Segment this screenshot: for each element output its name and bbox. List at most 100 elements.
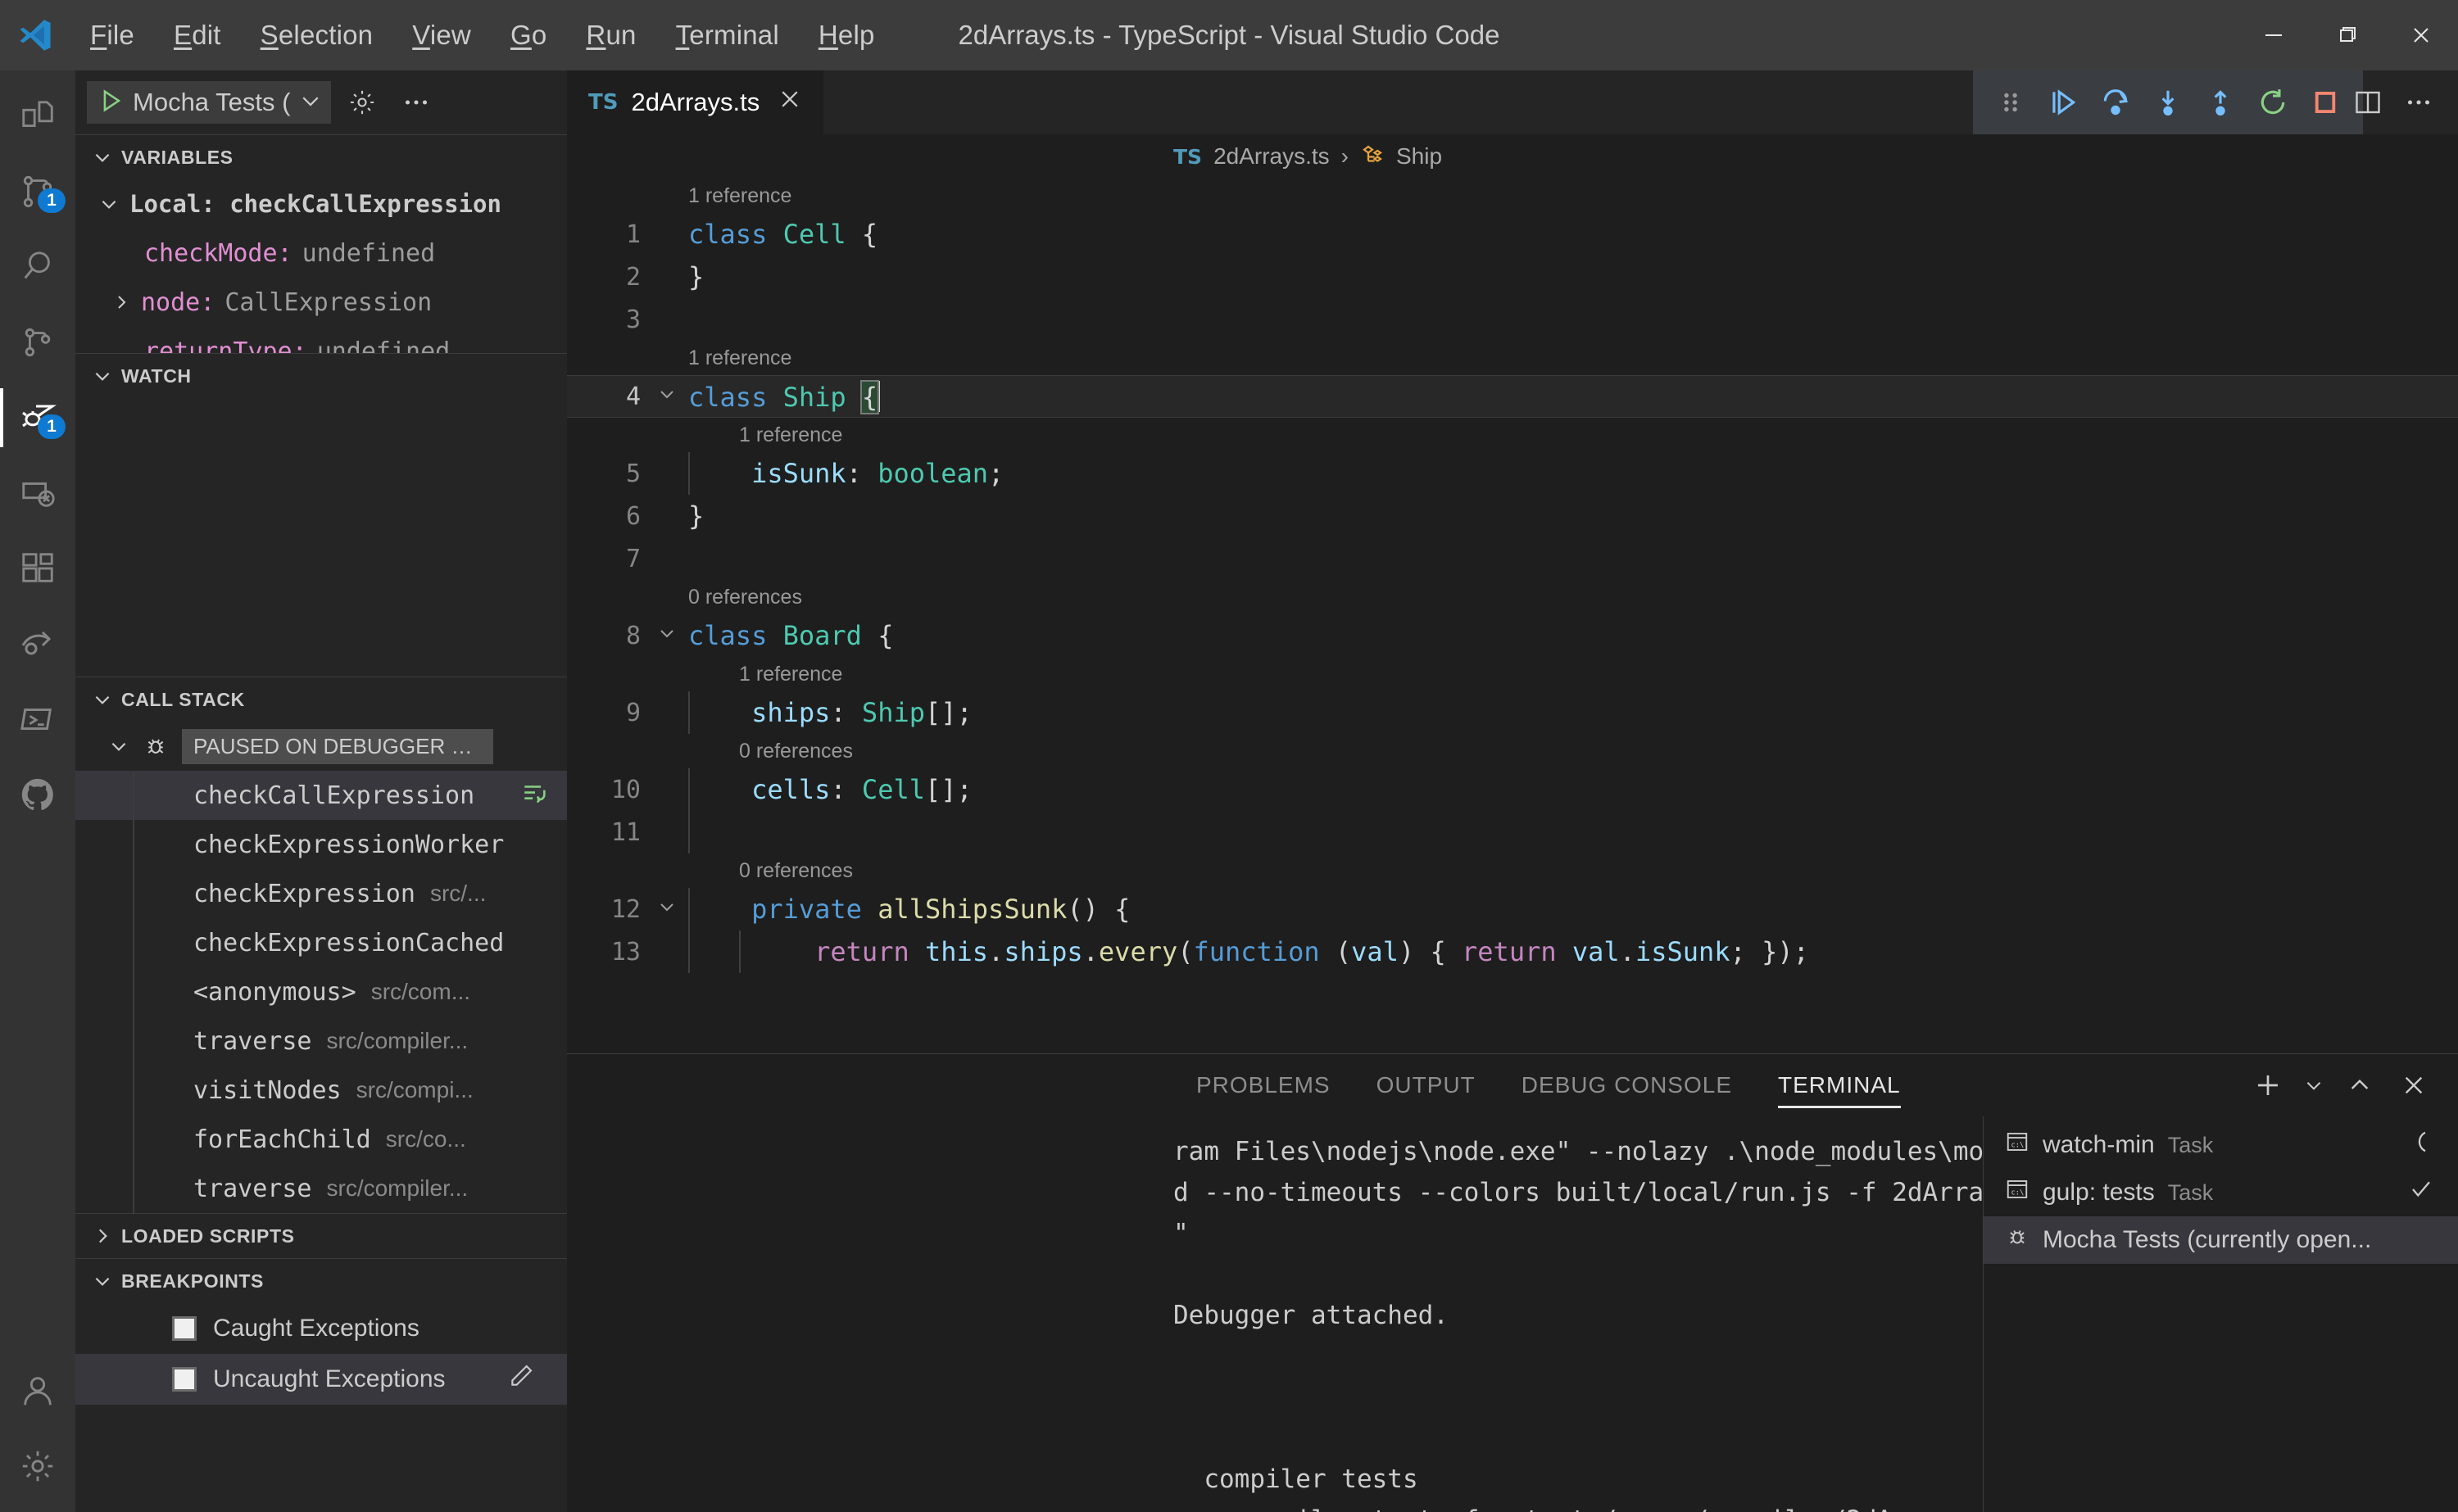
- breadcrumb-file[interactable]: 2dArrays.ts: [1213, 143, 1330, 170]
- variables-header[interactable]: VARIABLES: [75, 135, 567, 179]
- code-line[interactable]: 3: [567, 298, 2458, 341]
- close-icon[interactable]: [2384, 0, 2458, 70]
- callstack-frame-checkCallExpression[interactable]: checkCallExpression: [75, 771, 567, 820]
- code-text[interactable]: class Ship {: [688, 379, 881, 414]
- menu-edit[interactable]: Edit: [154, 13, 241, 57]
- code-line[interactable]: 10 cells: Cell[];: [567, 768, 2458, 811]
- code-line[interactable]: 5 isSunk: boolean;: [567, 452, 2458, 495]
- activity-remote-explorer[interactable]: [0, 455, 75, 531]
- breakpoint-checkbox[interactable]: [172, 1367, 197, 1392]
- code-editor[interactable]: 1 reference 1 class Cell {2} 3 1 reference 4 c…: [567, 179, 2458, 1053]
- codelens-reference-count[interactable]: 0 references: [567, 580, 2458, 614]
- restart-icon[interactable]: [2250, 79, 2296, 125]
- watch-list[interactable]: [75, 398, 567, 677]
- activity-accounts[interactable]: [0, 1353, 75, 1428]
- step-out-icon[interactable]: [2197, 79, 2243, 125]
- codelens-reference-count[interactable]: 0 references: [567, 853, 2458, 888]
- callstack-thread-row[interactable]: PAUSED ON DEBUGGER ST...: [75, 722, 567, 771]
- menu-terminal[interactable]: Terminal: [656, 13, 799, 57]
- launch-config-select[interactable]: Mocha Tests (: [87, 81, 332, 124]
- breadcrumb-symbol[interactable]: Ship: [1396, 143, 1442, 170]
- activity-terminal[interactable]: [0, 681, 75, 757]
- restart-frame-icon[interactable]: [521, 780, 549, 812]
- code-line[interactable]: 2}: [567, 256, 2458, 298]
- code-line[interactable]: 6}: [567, 495, 2458, 537]
- tab-2dArrays-ts[interactable]: TS 2dArrays.ts: [567, 70, 825, 134]
- variable-row[interactable]: node: CallExpression: [75, 278, 567, 327]
- split-editor-icon[interactable]: [2345, 79, 2391, 125]
- breakpoint-caught-exceptions[interactable]: Caught Exceptions: [75, 1303, 567, 1354]
- callstack-frame-visitNodes[interactable]: visitNodes src/compi...: [75, 1066, 567, 1115]
- callstack-frame-checkExpressionCached[interactable]: checkExpressionCached: [75, 918, 567, 967]
- fold-chevron-down-icon[interactable]: [646, 897, 688, 921]
- activity-manage-gear-icon[interactable]: [0, 1428, 75, 1504]
- grip-icon[interactable]: [1988, 79, 2034, 125]
- panel-tabs[interactable]: PROBLEMS OUTPUT DEBUG CONSOLE TERMINAL: [567, 1054, 2458, 1116]
- chevron-down-icon[interactable]: [298, 88, 323, 117]
- minimize-icon[interactable]: [2237, 0, 2311, 70]
- menu-selection[interactable]: Selection: [241, 13, 393, 57]
- breakpoint-uncaught-exceptions[interactable]: Uncaught Exceptions: [75, 1354, 567, 1405]
- codelens-reference-count[interactable]: 1 reference: [567, 418, 2458, 452]
- code-line[interactable]: 8 class Board {: [567, 614, 2458, 657]
- menu-run[interactable]: Run: [566, 13, 655, 57]
- menu-file[interactable]: File: [70, 13, 154, 57]
- code-text[interactable]: cells: Cell[];: [688, 774, 973, 805]
- menu-view[interactable]: View: [392, 13, 491, 57]
- step-into-icon[interactable]: [2145, 79, 2191, 125]
- code-text[interactable]: return this.ships.every(function (val) {…: [688, 936, 1809, 967]
- fold-chevron-down-icon[interactable]: [646, 384, 688, 409]
- variable-row[interactable]: checkMode: undefined: [75, 229, 567, 278]
- menu-help[interactable]: Help: [799, 13, 895, 57]
- codelens-reference-count[interactable]: 1 reference: [567, 657, 2458, 691]
- continue-icon[interactable]: [2040, 79, 2086, 125]
- chevron-up-icon[interactable]: [2337, 1062, 2383, 1108]
- code-text[interactable]: isSunk: boolean;: [688, 458, 1004, 489]
- terminal-item-mocha-tests[interactable]: Mocha Tests (currently open...: [1984, 1216, 2458, 1264]
- code-text[interactable]: ships: Ship[];: [688, 697, 973, 728]
- callstack-frame-anonymous[interactable]: <anonymous> src/com...: [75, 967, 567, 1016]
- activity-explorer[interactable]: [0, 79, 75, 154]
- code-text[interactable]: private allShipsSunk() {: [688, 894, 1130, 925]
- breakpoint-checkbox[interactable]: [172, 1316, 197, 1341]
- debug-more-ellipsis-icon[interactable]: [393, 79, 439, 125]
- codelens-reference-count[interactable]: 1 reference: [567, 341, 2458, 375]
- code-line[interactable]: 4 class Ship {: [567, 375, 2458, 418]
- play-icon[interactable]: [97, 87, 125, 119]
- callstack-tree[interactable]: PAUSED ON DEBUGGER ST... checkCallExpres…: [75, 722, 567, 1213]
- stop-icon[interactable]: [2302, 79, 2348, 125]
- tab-problems[interactable]: PROBLEMS: [1173, 1054, 1354, 1116]
- activity-search[interactable]: [0, 229, 75, 305]
- loaded-scripts-header[interactable]: LOADED SCRIPTS: [75, 1214, 567, 1258]
- activity-live-share[interactable]: [0, 606, 75, 681]
- callstack-frame-checkExpressionWorker[interactable]: checkExpressionWorker: [75, 820, 567, 869]
- close-icon[interactable]: [778, 87, 802, 118]
- variables-scope-row[interactable]: Local: checkCallExpression: [75, 179, 567, 229]
- code-text[interactable]: class Board {: [688, 620, 893, 651]
- terminal-list[interactable]: c:\ watch-min Task c:\ gulp: tests Task …: [1983, 1116, 2458, 1512]
- window-controls[interactable]: [2237, 0, 2458, 70]
- code-line[interactable]: 1 class Cell {: [567, 213, 2458, 256]
- callstack-frame-forEachChild[interactable]: forEachChild src/co...: [75, 1115, 567, 1164]
- activity-extensions[interactable]: [0, 531, 75, 606]
- callstack-frame-checkExpression[interactable]: checkExpression src/...: [75, 869, 567, 918]
- terminal-item-gulp-tests[interactable]: c:\ gulp: tests Task: [1984, 1169, 2458, 1216]
- callstack-frame-traverse-2[interactable]: traverse src/compiler...: [75, 1164, 567, 1213]
- code-line[interactable]: 12 private allShipsSunk() {: [567, 888, 2458, 930]
- code-text[interactable]: class Cell {: [688, 219, 878, 250]
- terminal-output[interactable]: ram Files\nodejs\node.exe" --nolazy .\no…: [567, 1116, 1983, 1512]
- tab-output[interactable]: OUTPUT: [1354, 1054, 1499, 1116]
- activity-run-and-debug[interactable]: 1: [0, 380, 75, 455]
- activity-source-control[interactable]: 1: [0, 154, 75, 229]
- code-line[interactable]: 7: [567, 537, 2458, 580]
- tab-debug-console[interactable]: DEBUG CONSOLE: [1499, 1054, 1755, 1116]
- callstack-header[interactable]: CALL STACK: [75, 677, 567, 722]
- debug-float-toolbar[interactable]: [1973, 70, 2363, 134]
- tab-terminal[interactable]: TERMINAL: [1755, 1054, 1924, 1116]
- step-over-icon[interactable]: [2093, 79, 2138, 125]
- terminal-item-watch-min[interactable]: c:\ watch-min Task: [1984, 1121, 2458, 1169]
- code-line[interactable]: 11: [567, 811, 2458, 853]
- breadcrumb[interactable]: TS 2dArrays.ts › Ship: [567, 134, 2458, 179]
- code-line[interactable]: 9 ships: Ship[];: [567, 691, 2458, 734]
- activity-github[interactable]: [0, 757, 75, 832]
